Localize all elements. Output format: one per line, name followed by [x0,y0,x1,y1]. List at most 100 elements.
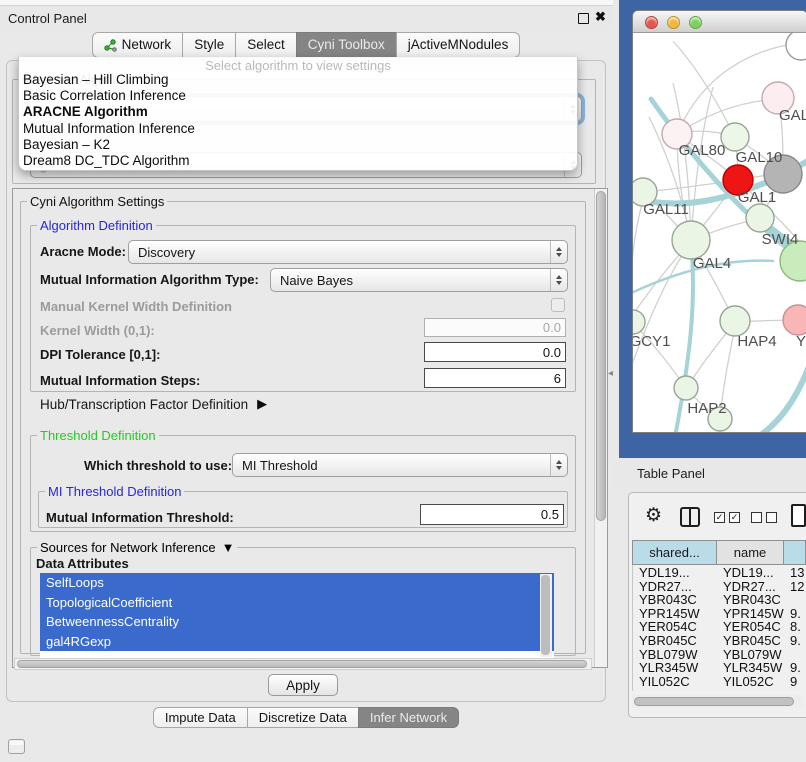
tab-network-label: Network [122,33,172,57]
apply-button[interactable]: Apply [268,674,338,696]
attributes-list-scrollbar[interactable] [540,574,552,657]
node [786,33,806,60]
column-header-name[interactable]: name [716,540,784,565]
unchecked-checkbox-icon[interactable] [766,512,777,523]
mi-steps-field[interactable] [424,368,566,388]
tab-cyni-toolbox[interactable]: Cyni Toolbox [296,32,397,58]
mi-type-value: Naive Bayes [280,273,353,288]
node-label: GAL [779,107,806,124]
node-label: GAL11 [643,201,689,218]
network-window-titlebar[interactable] [633,11,806,33]
algorithm-dropdown-popup: Select algorithm to view settings Bayesi… [18,57,578,171]
node-label: GAL4 [693,255,731,272]
tab-style[interactable]: Style [182,32,236,58]
table-row[interactable]: YER054CYER054C8. [633,619,806,633]
tab-infer-network[interactable]: Infer Network [358,707,459,728]
network-canvas[interactable]: GAL GAL80 GAL10 GAL1 GAL11 SWI4 GAL4 GCY… [633,33,806,433]
tab-discretize-data-label: Discretize Data [259,708,347,727]
attribute-item[interactable]: gal4RGexp [40,632,554,652]
control-panel-title: Control Panel [8,11,87,26]
tab-network[interactable]: Network [92,32,184,58]
node-hap4 [720,306,750,336]
table-row[interactable]: YBL079WYBL079W [633,647,806,661]
node-label: SWI4 [762,231,799,248]
table-panel-title: Table Panel [637,466,705,481]
gear-icon[interactable]: ⚙ [645,504,662,527]
table-row[interactable]: YPR145WYPR145W9. [633,606,806,620]
table-row[interactable]: YDR27...YDR27...12 [633,579,806,593]
mi-type-combo[interactable]: Naive Bayes [270,268,568,292]
algorithm-option[interactable]: Basic Correlation Inference [19,88,577,104]
scrollbar-thumb[interactable] [541,575,550,655]
combo-spinner-icon [550,269,567,291]
control-panel-tabbar: Network Style Select Cyni Toolbox jActiv… [0,32,613,59]
data-attributes-label: Data Attributes [36,556,129,571]
tab-impute-data[interactable]: Impute Data [153,707,248,728]
attribute-item[interactable]: SelfLoops [40,573,554,593]
table-row[interactable]: YBR043CYBR043C [633,592,806,606]
tab-style-label: Style [194,33,224,57]
unchecked-checkbox-icon[interactable] [751,512,762,523]
checked-checkbox-icon[interactable]: ✓ [714,512,725,523]
tab-jactivemnodules[interactable]: jActiveMNodules [396,32,521,58]
tab-cyni-toolbox-label: Cyni Toolbox [308,33,385,57]
table-row[interactable]: YIL052CYIL052C9 [633,674,806,688]
node-label: HAP2 [687,400,726,417]
cyni-algorithm-settings-title: Cyni Algorithm Settings [27,194,167,209]
close-icon[interactable]: ✖ [595,9,606,25]
table-row[interactable]: YDL19...YDL19...13 [633,565,806,579]
sources-group-title[interactable]: Sources for Network Inference ▼ [37,540,237,555]
kernel-width-field[interactable] [424,318,566,337]
table-row[interactable]: YLR345WYLR345W9. [633,660,806,674]
node-table[interactable]: YDL19...YDL19...13 YDR27...YDR27...12 YB… [632,565,806,691]
checked-checkbox-icon[interactable]: ✓ [729,512,740,523]
manual-kernel-checkbox[interactable] [551,298,565,312]
column-header-shared-name[interactable]: shared... [632,540,717,565]
scrollbar-thumb[interactable] [634,697,794,706]
which-threshold-combo[interactable]: MI Threshold [232,453,568,477]
apply-button-label: Apply [286,678,320,693]
tab-discretize-data[interactable]: Discretize Data [247,707,359,728]
mi-threshold-label: Mutual Information Threshold: [46,510,234,525]
node-label: GAL80 [679,142,726,159]
column-layout-icon[interactable] [680,507,700,527]
table-row[interactable]: YBR045CYBR045C9. [633,633,806,647]
close-traffic-light-icon[interactable] [645,16,658,29]
zoom-traffic-light-icon[interactable] [689,16,702,29]
algorithm-option[interactable]: Dream8 DC_TDC Algorithm [19,153,577,169]
settings-horizontal-scrollbar[interactable] [14,658,592,670]
aracne-mode-combo[interactable]: Discovery [128,240,568,264]
attribute-item[interactable]: BetweennessCentrality [40,612,554,632]
table-horizontal-scrollbar[interactable] [632,695,804,708]
network-view-window[interactable]: GAL GAL80 GAL10 GAL1 GAL11 SWI4 GAL4 GCY… [632,10,806,433]
splitter-collapse-icon[interactable]: ◂ [608,368,613,379]
mi-threshold-field[interactable] [420,504,564,525]
scrollbar-thumb[interactable] [596,191,606,521]
tab-jactivemnodules-label: jActiveMNodules [408,33,509,57]
algorithm-option[interactable]: Mutual Information Inference [19,121,577,137]
algorithm-option-selected[interactable]: ARACNE Algorithm [19,104,577,120]
hub-definition-expander[interactable]: Hub/Transcription Factor Definition ▶ [40,396,267,412]
tab-infer-network-label: Infer Network [370,708,447,727]
expander-arrow-icon: ▶ [257,396,267,412]
dpi-tolerance-field[interactable] [424,342,566,362]
algorithm-option[interactable]: Bayesian – Hill Climbing [19,72,577,88]
data-attributes-list[interactable]: SelfLoops TopologicalCoefficient Between… [40,573,554,658]
tab-select[interactable]: Select [235,32,297,58]
algorithm-option[interactable]: Bayesian – K2 [19,137,577,153]
column-header-label: shared... [649,545,700,560]
float-window-icon[interactable] [578,13,589,24]
minimize-traffic-light-icon[interactable] [667,16,680,29]
document-icon[interactable] [791,504,806,527]
tab-impute-data-label: Impute Data [165,708,236,727]
node-swi4 [746,204,774,232]
network-icon [104,39,117,52]
node-salmon [783,305,806,335]
algorithm-definition-title: Algorithm Definition [37,218,156,233]
settings-vertical-scrollbar[interactable] [594,189,607,667]
attribute-item[interactable]: TopologicalCoefficient [40,593,554,613]
minimized-panel-icon[interactable] [8,739,25,754]
column-header-clipped[interactable] [783,540,806,565]
column-header-label: name [734,545,767,560]
scrollbar-thumb[interactable] [17,660,587,668]
